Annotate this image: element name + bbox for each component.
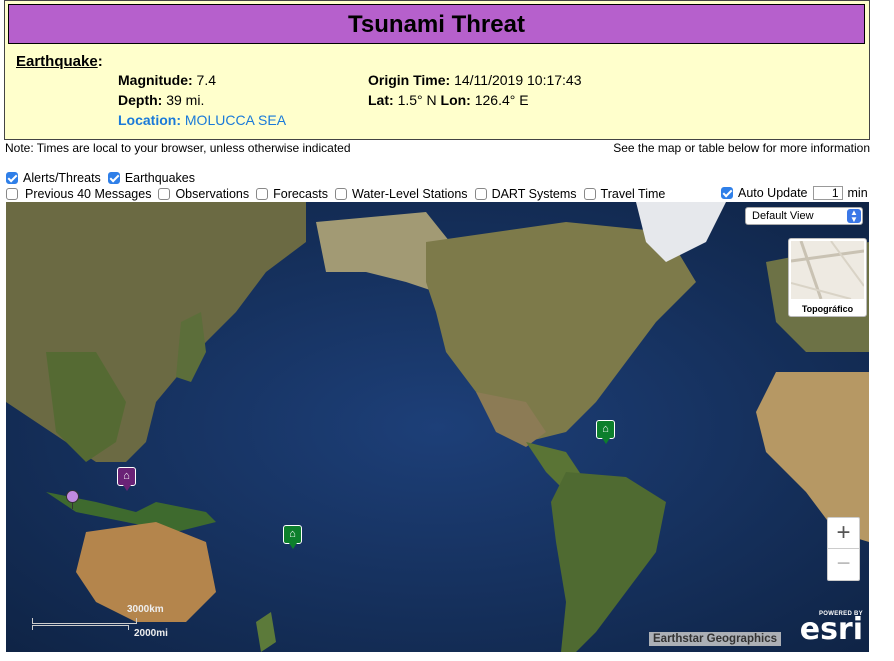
lon-label: Lon:	[440, 92, 471, 108]
earthquakes-toggle[interactable]: Earthquakes	[107, 171, 195, 185]
checkbox[interactable]	[474, 188, 487, 200]
zoom-control: + −	[827, 517, 860, 581]
world-map	[6, 202, 869, 652]
origin-time-row: Origin Time: 14/11/2019 10:17:43	[368, 72, 582, 88]
basemap-toggle[interactable]: Topográfico	[788, 238, 867, 317]
map-pin-icon[interactable]	[66, 490, 79, 509]
scale-bar: 3000km 2000mi	[32, 602, 172, 642]
origin-time-value: 14/11/2019 10:17:43	[454, 72, 582, 88]
travel-time-toggle[interactable]: Travel Time	[583, 187, 665, 201]
scale-km: 3000km	[127, 604, 164, 615]
depth-label: Depth:	[118, 92, 163, 108]
auto-update-unit: min	[847, 186, 868, 200]
view-select[interactable]: Default View ▲ ▼	[745, 207, 863, 225]
check-icon[interactable]	[6, 172, 18, 184]
tsunami-wave-icon[interactable]: ⌂	[117, 467, 136, 491]
dart-toggle[interactable]: DART Systems	[474, 187, 577, 201]
origin-time-label: Origin Time:	[368, 72, 451, 88]
depth-value: 39 mi.	[166, 92, 205, 108]
lon-value: 126.4° E	[474, 92, 529, 108]
layer-toggles-row-2: Previous 40 Messages Observations Foreca…	[6, 187, 672, 201]
info-panel: Tsunami Threat Earthquake: Magnitude: 7.…	[4, 0, 870, 140]
checkbox[interactable]	[6, 188, 18, 200]
alerts-toggle[interactable]: Alerts/Threats	[6, 171, 101, 185]
time-note: Note: Times are local to your browser, u…	[5, 141, 351, 155]
auto-update-toggle[interactable]: Auto Update	[721, 186, 808, 200]
check-icon[interactable]	[107, 172, 120, 184]
checkbox[interactable]	[158, 188, 171, 200]
coordinates-row: Lat: 1.5° N Lon: 126.4° E	[368, 92, 529, 108]
map-canvas[interactable]: Default View ▲ ▼ Topográfico ⌂ ⌂ ⌂ + − 30…	[6, 202, 869, 652]
check-icon[interactable]	[721, 187, 733, 199]
basemap-thumbnail	[791, 241, 864, 299]
updown-chevron-icon: ▲ ▼	[847, 209, 861, 224]
auto-update-interval-input[interactable]: 1	[812, 186, 843, 200]
depth-row: Depth: 39 mi.	[118, 92, 204, 108]
page-title: Tsunami Threat	[8, 4, 865, 44]
lat-label: Lat:	[368, 92, 394, 108]
esri-logo[interactable]: POWERED BY esri	[800, 611, 863, 645]
location-link[interactable]: Location: MOLUCCA SEA	[118, 112, 286, 128]
zoom-in-button[interactable]: +	[828, 518, 859, 548]
forecasts-toggle[interactable]: Forecasts	[256, 187, 328, 201]
layer-toggles-row-1: Alerts/Threats Earthquakes	[6, 171, 202, 185]
location-label: Location:	[118, 112, 181, 128]
location-value: MOLUCCA SEA	[184, 112, 287, 128]
previous-messages-toggle[interactable]: Previous 40 Messages	[6, 187, 151, 201]
earthquake-heading: Earthquake:	[16, 53, 103, 70]
tsunami-wave-icon[interactable]: ⌂	[283, 525, 302, 549]
attribution[interactable]: Earthstar Geographics	[649, 632, 781, 646]
checkbox[interactable]	[335, 188, 347, 200]
checkbox[interactable]	[256, 188, 269, 200]
basemap-label: Topográfico	[801, 304, 854, 314]
map-note: See the map or table below for more info…	[613, 141, 870, 155]
lat-value: 1.5° N	[397, 92, 437, 108]
checkbox[interactable]	[583, 188, 596, 200]
auto-update-control: Auto Update 1 min	[721, 186, 868, 200]
water-level-toggle[interactable]: Water-Level Stations	[335, 187, 468, 201]
magnitude-label: Magnitude:	[118, 72, 193, 88]
zoom-out-button[interactable]: −	[828, 548, 859, 579]
scale-mi: 2000mi	[134, 628, 168, 639]
tsunami-wave-icon[interactable]: ⌂	[596, 420, 615, 444]
magnitude-row: Magnitude: 7.4	[118, 72, 216, 88]
magnitude-value: 7.4	[196, 72, 217, 88]
observations-toggle[interactable]: Observations	[158, 187, 249, 201]
